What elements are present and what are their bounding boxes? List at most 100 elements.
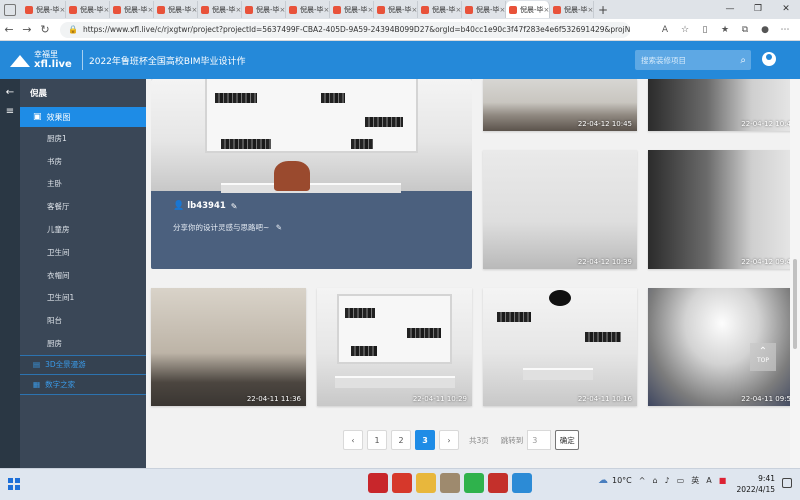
volume-icon[interactable]: ♪ — [665, 476, 670, 485]
input-language[interactable]: 英 — [691, 475, 699, 486]
sidebar-item[interactable]: 书房 — [20, 150, 146, 173]
back-arrow-icon[interactable]: ← — [0, 87, 20, 98]
ime-icon[interactable]: A — [706, 476, 711, 485]
url-field[interactable]: 🔒 https://www.xfl.live/c/rjxgtwr/project… — [60, 21, 630, 38]
browser-tab[interactable]: 倪晨-毕 × — [22, 1, 66, 18]
page-button[interactable]: 1 — [367, 430, 387, 450]
autocad-icon[interactable] — [368, 473, 388, 493]
browser-tab[interactable]: 倪晨-毕 × — [66, 1, 110, 18]
tab-actions-icon[interactable] — [4, 3, 16, 16]
rendering-card[interactable]: 22-04-12 10:45 — [483, 79, 637, 131]
favorite-icon[interactable]: ☆ — [676, 25, 694, 35]
user-avatar-icon[interactable] — [762, 52, 776, 66]
app-icon[interactable] — [440, 473, 460, 493]
windows-start-icon[interactable] — [8, 478, 20, 490]
close-tab-icon[interactable]: × — [60, 6, 65, 14]
wechat-icon[interactable] — [464, 473, 484, 493]
network-icon[interactable]: ⌂ — [652, 476, 657, 485]
close-tab-icon[interactable]: × — [412, 6, 417, 14]
revit-icon[interactable] — [488, 473, 508, 493]
rendering-card[interactable]: 22-04-12 10:4 — [648, 79, 794, 131]
close-tab-icon[interactable]: × — [104, 6, 109, 14]
file-explorer-icon[interactable] — [416, 473, 436, 493]
sidebar-item[interactable]: 卫生间1 — [20, 287, 146, 310]
sidebar-item[interactable]: 衣帽间 — [20, 264, 146, 287]
collections-icon[interactable]: ⧉ — [736, 25, 754, 35]
sidebar-item[interactable]: 主卧 — [20, 173, 146, 196]
edit-icon[interactable]: ✎ — [276, 223, 282, 232]
battery-icon[interactable]: ▭ — [677, 476, 685, 485]
close-tab-icon[interactable]: × — [456, 6, 461, 14]
sidebar-item[interactable]: 厨房 — [20, 332, 146, 355]
sidebar-item[interactable]: 阳台 — [20, 309, 146, 332]
sidebar-group-renderings[interactable]: ▣ 效果图 — [20, 107, 146, 127]
close-tab-icon[interactable]: × — [500, 6, 505, 14]
edge-icon[interactable] — [512, 473, 532, 493]
rendering-card[interactable]: 22-04-12 09:4 — [648, 150, 794, 269]
sidebar-item[interactable]: 卫生间 — [20, 241, 146, 264]
page-button[interactable]: 2 — [391, 430, 411, 450]
prev-page-button[interactable]: ‹ — [343, 430, 363, 450]
rendering-date: 22-04-12 09:4 — [741, 258, 791, 266]
browser-tab[interactable]: 倪晨-毕 × — [286, 1, 330, 18]
profile-icon[interactable]: ● — [756, 25, 774, 35]
browser-tab[interactable]: 倪晨-毕 × — [154, 1, 198, 18]
rendering-card[interactable]: 22-04-11 10:29 — [317, 288, 472, 406]
edit-icon[interactable]: ✎ — [231, 202, 238, 211]
maximize-icon[interactable]: ❐ — [744, 0, 772, 19]
wps-icon[interactable] — [392, 473, 412, 493]
close-tab-icon[interactable]: × — [148, 6, 153, 14]
close-tab-icon[interactable]: × — [368, 6, 373, 14]
browser-tab[interactable]: 倪晨-毕 × — [330, 1, 374, 18]
refresh-icon[interactable]: ↻ — [36, 23, 54, 36]
close-tab-icon[interactable]: × — [280, 6, 285, 14]
search-icon[interactable]: ⌕ — [740, 55, 746, 66]
back-to-top-button[interactable]: ⌃ TOP — [750, 343, 776, 371]
jump-page-input[interactable]: 3 — [527, 430, 552, 450]
jump-confirm-button[interactable]: 确定 — [555, 430, 580, 450]
close-tab-icon[interactable]: × — [544, 6, 549, 14]
back-icon[interactable]: ← — [0, 23, 18, 36]
site-logo[interactable]: 幸福里 xfl.live — [0, 41, 76, 79]
antivirus-icon[interactable]: ■ — [719, 476, 727, 485]
split-screen-icon[interactable]: ▯ — [696, 25, 714, 35]
weather-icon[interactable]: ☁ — [598, 475, 608, 486]
new-tab-button[interactable]: + — [594, 3, 612, 17]
rendering-card[interactable]: 22-04-12 10:39 — [483, 150, 637, 269]
browser-tab[interactable]: 倪晨-毕 × — [550, 1, 594, 18]
page-scrollbar[interactable] — [790, 79, 800, 468]
sidebar-link-digital-home[interactable]: ▦ 数字之家 — [20, 374, 146, 395]
next-page-button[interactable]: › — [439, 430, 459, 450]
forward-icon[interactable]: → — [18, 23, 36, 36]
close-tab-icon[interactable]: × — [236, 6, 241, 14]
read-aloud-icon[interactable]: A — [656, 25, 674, 35]
browser-tab[interactable]: 倪晨-毕 × — [242, 1, 286, 18]
close-tab-icon[interactable]: × — [324, 6, 329, 14]
more-icon[interactable]: ⋯ — [776, 25, 794, 35]
featured-card[interactable]: 👤 lb43941 ✎ 分享你的设计灵感与思路吧~ ✎ — [151, 79, 472, 269]
chevron-up-icon[interactable]: ^ — [639, 476, 646, 485]
system-clock[interactable]: 9:41 2022/4/15 — [735, 473, 775, 495]
browser-tab[interactable]: 倪晨-毕 × — [418, 1, 462, 18]
favorites-icon[interactable]: ★ — [716, 25, 734, 35]
sidebar-link-3d-tour[interactable]: ▤ 3D全景漫游 — [20, 354, 146, 375]
notification-icon[interactable] — [782, 478, 792, 488]
minimize-icon[interactable]: — — [716, 0, 744, 19]
close-tab-icon[interactable]: × — [588, 6, 593, 14]
menu-icon[interactable]: ≡ — [0, 106, 20, 117]
close-tab-icon[interactable]: × — [192, 6, 197, 14]
rendering-card[interactable]: 22-04-11 10:16 — [483, 288, 637, 406]
sidebar-item[interactable]: 儿童房 — [20, 218, 146, 241]
rendering-card[interactable]: 22-04-11 11:36 — [151, 288, 306, 406]
close-window-icon[interactable]: ✕ — [772, 0, 800, 19]
page-button-current[interactable]: 3 — [415, 430, 435, 450]
browser-tab[interactable]: 倪晨-毕 × — [110, 1, 154, 18]
browser-tab[interactable]: 倪晨-毕 × — [198, 1, 242, 18]
browser-tab[interactable]: 倪晨-毕 × — [462, 1, 506, 18]
browser-tab[interactable]: 倪晨-毕 × — [374, 1, 418, 18]
browser-tab-active[interactable]: 倪晨-毕 × — [506, 1, 550, 18]
scrollbar-thumb[interactable] — [793, 259, 797, 349]
sidebar-item[interactable]: 客餐厅 — [20, 195, 146, 218]
sidebar-item[interactable]: 厨房1 — [20, 127, 146, 150]
search-input[interactable]: 搜索装修项目 ⌕ — [635, 50, 751, 70]
